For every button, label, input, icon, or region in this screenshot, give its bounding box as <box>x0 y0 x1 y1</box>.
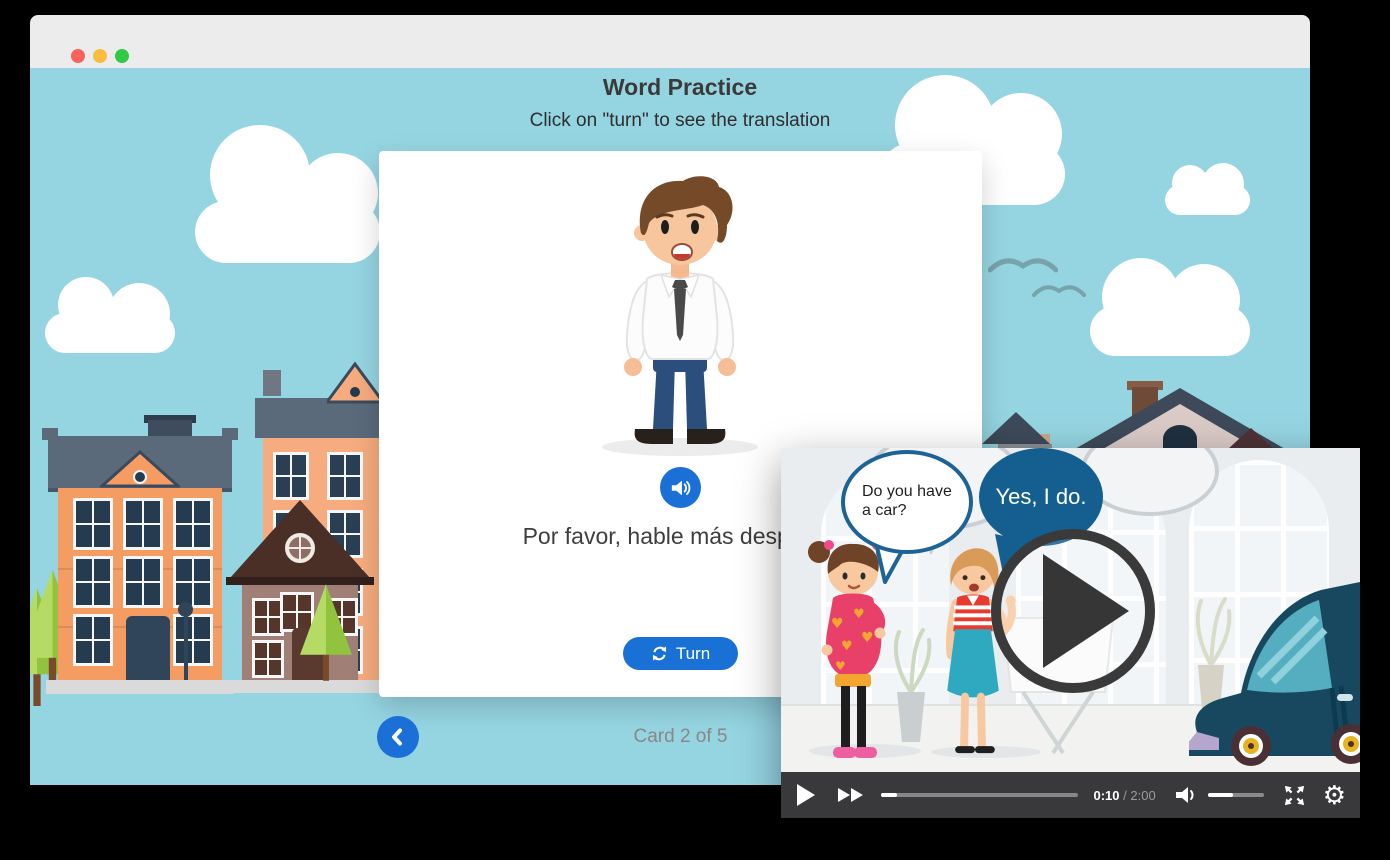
tree-illustration <box>300 565 352 700</box>
fullscreen-icon <box>1282 783 1307 808</box>
video-play-overlay-button[interactable] <box>991 529 1155 693</box>
fast-forward-button[interactable] <box>837 787 865 803</box>
time-display: 0:10 / 2:00 <box>1094 788 1156 803</box>
page-title: Word Practice <box>40 74 1310 101</box>
bird-icon <box>1032 280 1086 298</box>
volume-button[interactable] <box>1174 785 1198 805</box>
question-text: Do you have a car? <box>862 483 956 521</box>
play-button[interactable] <box>795 783 817 807</box>
svg-text:♥: ♥ <box>835 659 846 673</box>
settings-button[interactable]: ⚙ <box>1323 782 1346 808</box>
svg-text:♥: ♥ <box>831 616 844 632</box>
time-duration: 2:00 <box>1130 788 1155 803</box>
fullscreen-button[interactable] <box>1282 783 1307 808</box>
speaker-icon <box>670 478 692 498</box>
window-titlebar <box>30 15 1310 68</box>
volume-slider[interactable] <box>1208 793 1264 797</box>
minimize-window-button[interactable] <box>93 49 107 63</box>
flashcard-character-illustration <box>595 167 765 457</box>
car-illustration <box>1189 566 1360 766</box>
page-subtitle: Click on "turn" to see the translation <box>40 110 1310 132</box>
small-house-roof <box>982 412 1052 449</box>
video-controls-bar: 0:10 / 2:00 ⚙ <box>781 772 1360 818</box>
time-current: 0:10 <box>1094 788 1120 803</box>
lamp-post <box>184 614 188 680</box>
maximize-window-button[interactable] <box>115 49 129 63</box>
bird-icon <box>988 252 1058 274</box>
close-window-button[interactable] <box>71 49 85 63</box>
audio-button[interactable] <box>660 467 701 508</box>
play-icon <box>795 783 817 807</box>
time-separator: / <box>1120 788 1131 803</box>
answer-text: Yes, I do. <box>996 484 1087 510</box>
video-scene: ♥ ♥ ♥ ♥ ♥ <box>781 448 1360 772</box>
volume-icon <box>1174 785 1198 805</box>
progress-fill <box>881 793 897 797</box>
pediment <box>100 448 180 488</box>
question-speech-bubble: Do you have a car? <box>841 450 973 554</box>
turn-button-label: Turn <box>676 644 710 664</box>
page-header: Word Practice Click on "turn" to see the… <box>40 74 1310 132</box>
svg-text:♥: ♥ <box>841 639 853 654</box>
fast-forward-icon <box>837 787 865 803</box>
turn-button[interactable]: Turn <box>623 637 738 670</box>
far-roof <box>1228 428 1274 449</box>
play-icon <box>1043 554 1129 668</box>
svg-text:♥: ♥ <box>853 607 865 622</box>
gear-icon: ⚙ <box>1323 782 1346 808</box>
progress-bar[interactable] <box>881 793 1078 797</box>
video-player: ♥ ♥ ♥ ♥ ♥ <box>781 448 1360 818</box>
svg-text:♥: ♥ <box>861 630 874 646</box>
volume-fill <box>1208 793 1233 797</box>
gable <box>327 360 383 404</box>
refresh-icon <box>651 645 668 662</box>
